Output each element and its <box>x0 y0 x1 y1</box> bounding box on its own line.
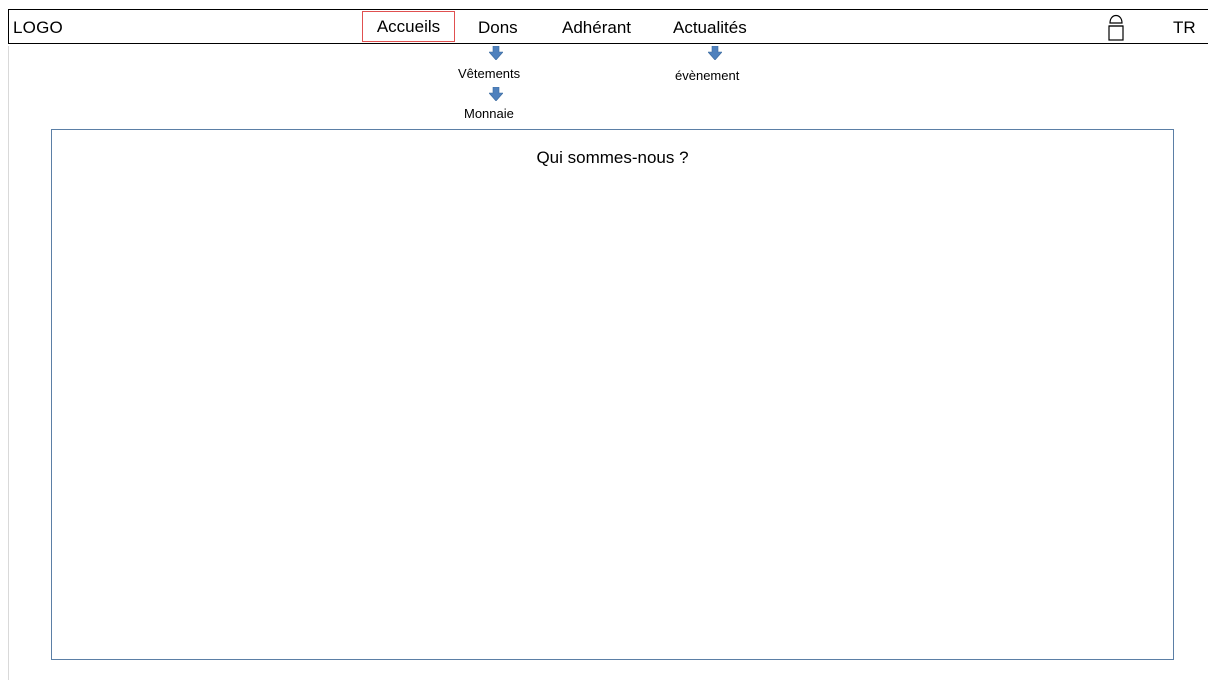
arrow-down-icon <box>489 87 503 101</box>
nav-accueils-label: Accueils <box>376 16 441 36</box>
nav-accueils[interactable]: Accueils <box>362 11 455 42</box>
submenu-monnaie[interactable]: Monnaie <box>464 106 514 121</box>
page-title: Qui sommes-nous ? <box>536 148 689 167</box>
page-left-border <box>8 46 9 680</box>
top-navigation-bar: LOGO Accueils Dons Adhérant Actualités T… <box>8 9 1208 44</box>
submenu-evenement[interactable]: évènement <box>675 68 739 83</box>
nav-actualites[interactable]: Actualités <box>673 18 747 38</box>
nav-adherant[interactable]: Adhérant <box>562 18 631 38</box>
nav-dons[interactable]: Dons <box>478 18 518 38</box>
main-content-panel: Qui sommes-nous ? <box>51 129 1174 660</box>
arrow-down-icon <box>708 46 722 60</box>
language-selector[interactable]: TR <box>1173 18 1196 38</box>
logo: LOGO <box>13 18 63 37</box>
arrow-down-icon <box>489 46 503 60</box>
submenu-vetements[interactable]: Vêtements <box>458 66 520 81</box>
user-icon[interactable] <box>1105 11 1127 43</box>
